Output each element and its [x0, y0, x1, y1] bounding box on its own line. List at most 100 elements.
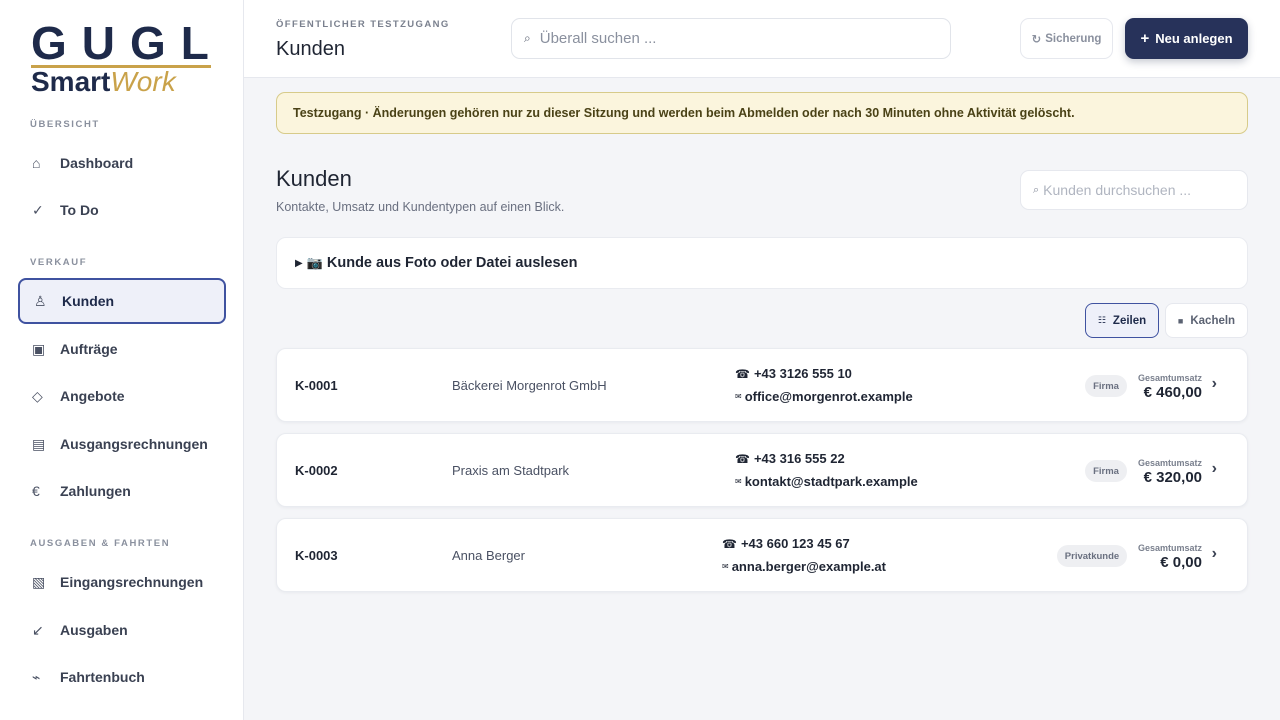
- home-icon: ⌂: [32, 155, 41, 171]
- incoming-invoice-icon: ▧: [32, 573, 46, 590]
- chevron-right-icon: ›: [1211, 375, 1217, 392]
- sidebar-item-zahlungen[interactable]: € Zahlungen: [18, 468, 226, 514]
- customer-contact: ☎ +43 316 555 22 ✉ kontakt@stadtpark.examp…: [735, 451, 918, 489]
- global-search[interactable]: ⌕: [511, 18, 951, 59]
- chevron-right-icon: ›: [1211, 460, 1217, 477]
- sidebar-item-fahrtenbuch[interactable]: ⌁ Fahrtenbuch: [18, 654, 226, 700]
- sidebar-item-label: Kunden: [62, 293, 115, 309]
- customer-type-badge: Privatkunde: [1057, 545, 1127, 567]
- total-label: Gesamtumsatz: [1137, 543, 1202, 553]
- phone-text: +43 660 123 45 67: [740, 536, 850, 551]
- backup-button-label: Sicherung: [1045, 32, 1102, 45]
- brand-logo[interactable]: GUGL SmartWork: [31, 17, 224, 96]
- arrow-down-left-icon: ↙: [32, 621, 44, 638]
- sidebar-item-ausgaben[interactable]: ↙ Ausgaben: [18, 607, 226, 653]
- sidebar-item-label: Angebote: [60, 388, 125, 404]
- view-tiles-button[interactable]: ■ Kacheln: [1165, 303, 1248, 338]
- customer-name: Anna Berger: [452, 548, 525, 563]
- sidebar-item-label: Ausgangsrechnungen: [60, 436, 208, 452]
- customer-row[interactable]: K-0003 Anna Berger ☎ +43 660 123 45 67 ✉ a…: [276, 518, 1248, 592]
- logo-work: Work: [110, 66, 176, 97]
- plus-icon: +: [1140, 30, 1150, 47]
- mail-icon: ✉: [735, 392, 742, 401]
- phone-text: +43 3126 555 10: [753, 366, 852, 381]
- import-label: Kunde aus Foto oder Datei auslesen: [326, 255, 578, 271]
- email-text: kontakt@stadtpark.example: [744, 474, 918, 489]
- route-icon: ⌁: [32, 668, 41, 685]
- nav-section-expenses: AUSGABEN & FAHRTEN: [30, 538, 171, 549]
- view-tiles-label: Kacheln: [1190, 314, 1236, 327]
- customer-email[interactable]: ✉ office@morgenrot.example: [735, 389, 913, 404]
- invoice-icon: ▤: [32, 435, 46, 452]
- sidebar-item-todo[interactable]: ✓ To Do: [18, 187, 226, 233]
- sidebar-item-label: Eingangsrechnungen: [60, 574, 204, 590]
- logo-wordmark-top: GUGL: [31, 17, 224, 69]
- global-search-input[interactable]: [539, 30, 920, 47]
- customer-name: Bäckerei Morgenrot GmbH: [452, 378, 607, 393]
- phone-text: +43 316 555 22: [753, 451, 845, 466]
- chevron-right-icon: ›: [1211, 545, 1217, 562]
- sidebar-item-label: To Do: [60, 202, 99, 218]
- new-button[interactable]: + Neu anlegen: [1125, 18, 1248, 59]
- page-title: Kunden: [276, 166, 352, 191]
- customer-phone[interactable]: ☎ +43 316 555 22: [735, 451, 918, 466]
- logo-wordmark-bottom: SmartWork: [31, 68, 215, 96]
- sidebar-item-label: Dashboard: [60, 155, 134, 171]
- view-rows-button[interactable]: ☷ Zeilen: [1085, 303, 1159, 338]
- search-icon: ⌕: [1033, 183, 1040, 196]
- header-eyebrow: ÖFFENTLICHER TESTZUGANG: [276, 19, 450, 30]
- view-rows-label: Zeilen: [1112, 314, 1147, 327]
- total-value: € 460,00: [1143, 384, 1202, 401]
- euro-icon: €: [32, 483, 40, 499]
- total-value: € 0,00: [1160, 554, 1202, 571]
- customer-phone[interactable]: ☎ +43 660 123 45 67: [722, 536, 886, 551]
- sidebar-item-kunden[interactable]: ♙ Kunden: [18, 278, 226, 324]
- nav-section-sales: VERKAUF: [30, 257, 88, 268]
- top-header: ÖFFENTLICHER TESTZUGANG Kunden ⌕ ↻ Siche…: [244, 0, 1280, 78]
- phone-icon: ☎: [735, 366, 750, 381]
- grid-icon: ■: [1177, 315, 1184, 326]
- nav-section-overview: ÜBERSICHT: [30, 119, 100, 130]
- sidebar-item-dashboard[interactable]: ⌂ Dashboard: [18, 140, 226, 186]
- customer-type-badge: Firma: [1085, 460, 1127, 482]
- sidebar-item-label: Zahlungen: [60, 483, 131, 499]
- person-icon: ♙: [34, 292, 47, 309]
- customer-phone[interactable]: ☎ +43 3126 555 10: [735, 366, 913, 381]
- page-subtitle: Kontakte, Umsatz und Kundentypen auf ein…: [276, 200, 565, 214]
- customer-filter[interactable]: ⌕: [1020, 170, 1248, 210]
- mail-icon: ✉: [722, 562, 729, 571]
- phone-icon: ☎: [735, 451, 750, 466]
- email-text: office@morgenrot.example: [744, 389, 913, 404]
- customer-total: Gesamtumsatz € 460,00: [1138, 373, 1202, 401]
- camera-icon: 📷: [306, 255, 323, 270]
- banner-text: Testzugang · Änderungen gehören nur zu d…: [293, 106, 1075, 120]
- sidebar-item-eingangsrechnungen[interactable]: ▧ Eingangsrechnungen: [18, 559, 226, 605]
- customer-total: Gesamtumsatz € 320,00: [1138, 458, 1202, 486]
- sidebar-item-label: Fahrtenbuch: [60, 669, 145, 685]
- sidebar-item-angebote[interactable]: ◇ Angebote: [18, 373, 226, 419]
- list-icon: ☷: [1097, 315, 1106, 325]
- customer-search-input[interactable]: [1043, 182, 1234, 198]
- customer-row[interactable]: K-0001 Bäckerei Morgenrot GmbH ☎ +43 3126…: [276, 348, 1248, 422]
- order-icon: ▣: [32, 340, 46, 357]
- import-from-file-toggle[interactable]: ▶ 📷 Kunde aus Foto oder Datei auslesen: [276, 237, 1248, 289]
- sidebar-item-auftraege[interactable]: ▣ Aufträge: [18, 326, 226, 372]
- mail-icon: ✉: [735, 477, 742, 486]
- customer-row[interactable]: K-0002 Praxis am Stadtpark ☎ +43 316 555 …: [276, 433, 1248, 507]
- search-icon: ⌕: [524, 31, 531, 45]
- customer-email[interactable]: ✉ anna.berger@example.at: [722, 559, 886, 574]
- total-label: Gesamtumsatz: [1137, 458, 1202, 468]
- customer-contact: ☎ +43 3126 555 10 ✉ office@morgenrot.examp…: [735, 366, 913, 404]
- total-label: Gesamtumsatz: [1137, 373, 1202, 383]
- refresh-icon: ↻: [1031, 33, 1042, 46]
- sidebar-item-ausgangsrechnungen[interactable]: ▤ Ausgangsrechnungen: [18, 421, 226, 467]
- header-title: Kunden: [276, 38, 345, 60]
- customer-email[interactable]: ✉ kontakt@stadtpark.example: [735, 474, 918, 489]
- backup-button[interactable]: ↻ Sicherung: [1020, 18, 1113, 59]
- email-text: anna.berger@example.at: [731, 559, 886, 574]
- customer-name: Praxis am Stadtpark: [452, 463, 570, 478]
- diamond-icon: ◇: [32, 387, 43, 404]
- sidebar-item-label: Ausgaben: [60, 622, 128, 638]
- customer-contact: ☎ +43 660 123 45 67 ✉ anna.berger@example.…: [722, 536, 886, 574]
- sidebar: GUGL SmartWork ÜBERSICHT ⌂ Dashboard ✓ T…: [0, 0, 244, 720]
